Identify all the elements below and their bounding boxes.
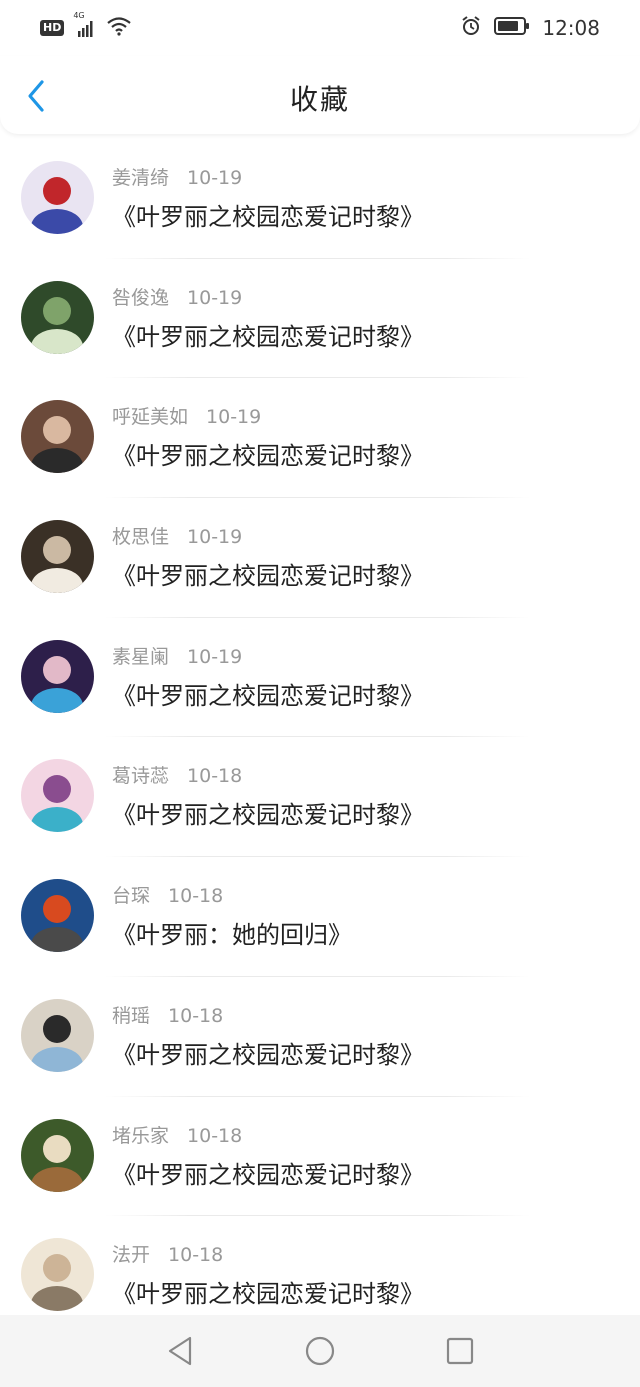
status-time: 12:08 <box>542 16 600 40</box>
avatar[interactable] <box>21 280 94 354</box>
item-meta: 葛诗蕊 10-18 <box>112 761 242 788</box>
story-title[interactable]: 《叶罗丽之校园恋爱记时黎》 <box>112 1155 424 1190</box>
avatar[interactable] <box>21 1238 94 1312</box>
item-meta: 呼延美如 10-19 <box>112 402 261 429</box>
story-title[interactable]: 《叶罗丽之校园恋爱记时黎》 <box>112 1274 424 1309</box>
date: 10-18 <box>187 765 243 788</box>
system-nav-bar <box>0 1315 640 1387</box>
item-meta: 法开 10-18 <box>112 1240 223 1267</box>
avatar[interactable] <box>21 400 94 474</box>
story-title[interactable]: 《叶罗丽：她的回归》 <box>112 915 352 950</box>
avatar[interactable] <box>21 879 94 953</box>
date: 10-19 <box>187 286 243 309</box>
avatar[interactable] <box>21 639 94 713</box>
nav-recents-button[interactable] <box>440 1331 480 1371</box>
signal-icon: 4G <box>73 11 96 37</box>
favorite-item[interactable]: 咎俊逸 10-19 《叶罗丽之校园恋爱记时黎》 <box>0 259 640 379</box>
favorite-item[interactable]: 堵乐家 10-18 《叶罗丽之校园恋爱记时黎》 <box>0 1097 640 1217</box>
avatar[interactable] <box>21 998 94 1072</box>
status-left: HD 4G <box>40 11 132 40</box>
item-meta: 咎俊逸 10-19 <box>112 283 242 310</box>
username: 姜清绮 <box>112 167 170 189</box>
avatar[interactable] <box>21 759 94 833</box>
username: 素星阑 <box>112 645 170 668</box>
status-bar: HD 4G 12:08 <box>0 0 640 56</box>
story-title[interactable]: 《叶罗丽之校园恋爱记时黎》 <box>112 197 424 232</box>
favorite-item[interactable]: 枚思佳 10-19 《叶罗丽之校园恋爱记时黎》 <box>0 498 640 618</box>
item-meta: 稍瑶 10-18 <box>112 1001 223 1028</box>
home-circle-icon <box>305 1336 335 1366</box>
recents-square-icon <box>446 1337 474 1365</box>
username: 咎俊逸 <box>112 286 170 309</box>
network-type-label: 4G <box>73 11 85 20</box>
wifi-icon <box>106 16 132 40</box>
date: 10-19 <box>187 645 243 668</box>
nav-back-button[interactable] <box>160 1331 200 1371</box>
back-triangle-icon <box>168 1336 192 1366</box>
item-meta: 台琛 10-18 <box>112 881 223 908</box>
username: 葛诗蕊 <box>112 765 170 788</box>
date: 10-18 <box>168 1004 224 1027</box>
story-title[interactable]: 《叶罗丽之校园恋爱记时黎》 <box>112 436 424 471</box>
hd-badge: HD <box>40 20 65 36</box>
favorite-item[interactable]: 呼延美如 10-19 《叶罗丽之校园恋爱记时黎》 <box>0 378 640 499</box>
story-title[interactable]: 《叶罗丽之校园恋爱记时黎》 <box>112 1035 424 1070</box>
nav-home-button[interactable] <box>300 1331 340 1371</box>
username: 呼延美如 <box>112 406 189 429</box>
avatar[interactable] <box>21 161 94 234</box>
story-title[interactable]: 《叶罗丽之校园恋爱记时黎》 <box>112 317 424 352</box>
item-meta: 堵乐家 10-18 <box>112 1121 242 1148</box>
date: 10-19 <box>206 406 262 429</box>
alarm-icon <box>460 15 482 41</box>
date: 10-18 <box>168 885 224 908</box>
avatar[interactable] <box>21 1118 94 1192</box>
username: 法开 <box>112 1244 151 1267</box>
story-title[interactable]: 《叶罗丽之校园恋爱记时黎》 <box>112 676 424 711</box>
favorites-list: 姜清绮 10-19 《叶罗丽之校园恋爱记时黎》 咎俊逸 10-19 《叶罗丽之校园恋爱记时… <box>0 139 640 1336</box>
item-meta: 素星阑 10-19 <box>112 642 242 669</box>
story-title[interactable]: 《叶罗丽之校园恋爱记时黎》 <box>112 795 424 830</box>
username: 稍瑶 <box>112 1004 151 1027</box>
date: 10-19 <box>187 526 243 549</box>
favorite-item[interactable]: 葛诗蕊 10-18 《叶罗丽之校园恋爱记时黎》 <box>0 737 640 858</box>
status-right: 12:08 <box>460 15 600 41</box>
avatar[interactable] <box>21 520 94 594</box>
username: 台琛 <box>112 885 151 908</box>
date: 10-18 <box>168 1244 224 1267</box>
story-title[interactable]: 《叶罗丽之校园恋爱记时黎》 <box>112 556 424 591</box>
date: 10-18 <box>187 1124 243 1147</box>
battery-icon <box>494 16 530 40</box>
favorite-item[interactable]: 台琛 10-18 《叶罗丽：她的回归》 <box>0 857 640 977</box>
app-header: 收藏 <box>0 56 640 134</box>
username: 堵乐家 <box>112 1124 170 1147</box>
date: 10-19 <box>187 167 243 189</box>
favorite-item[interactable]: 素星阑 10-19 《叶罗丽之校园恋爱记时黎》 <box>0 618 640 738</box>
page-title: 收藏 <box>289 83 350 116</box>
username: 枚思佳 <box>112 526 170 549</box>
item-meta: 枚思佳 10-19 <box>112 522 242 549</box>
favorite-item[interactable]: 姜清绮 10-19 《叶罗丽之校园恋爱记时黎》 <box>0 139 640 259</box>
favorite-item[interactable]: 稍瑶 10-18 《叶罗丽之校园恋爱记时黎》 <box>0 977 640 1097</box>
item-meta: 姜清绮 10-19 <box>112 163 242 190</box>
